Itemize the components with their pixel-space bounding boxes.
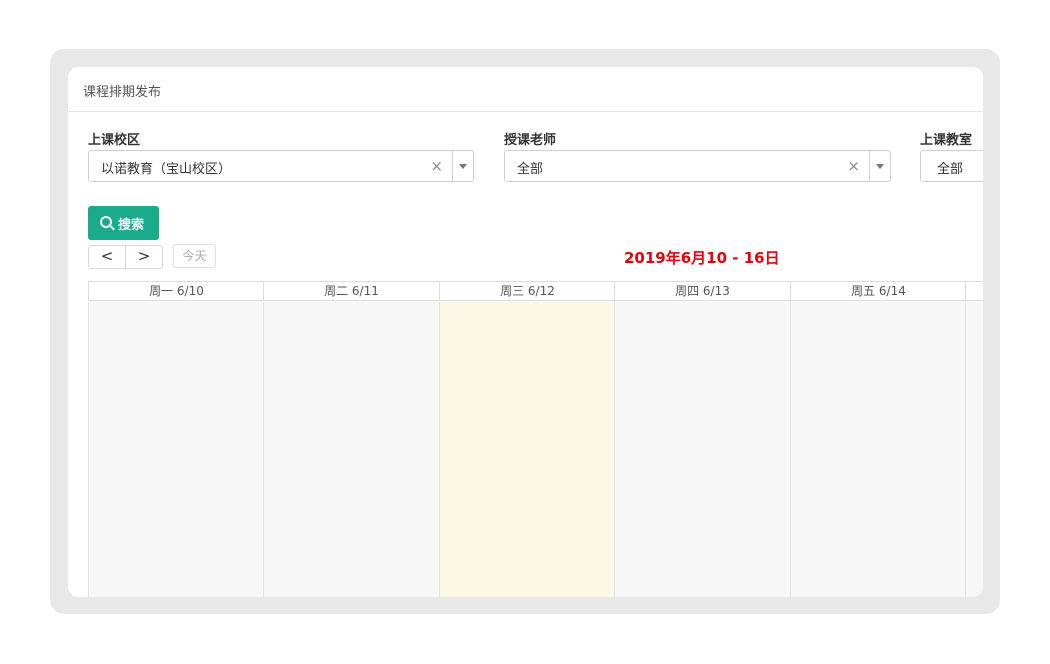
- classroom-label: 上课教室: [920, 133, 973, 148]
- teacher-label: 授课老师: [504, 133, 557, 148]
- today-button[interactable]: 今天: [173, 244, 216, 268]
- day-column-mon[interactable]: [88, 302, 264, 597]
- day-column-thu[interactable]: [614, 302, 790, 597]
- chevron-left-icon: <: [100, 247, 114, 265]
- caret-down-icon: [459, 164, 467, 169]
- week-calendar: 周一 6/10 周二 6/11 周三 6/12 周四 6/13 周五 6/14: [88, 281, 983, 597]
- classroom-select[interactable]: 全部: [920, 150, 983, 182]
- chevron-right-icon: >: [137, 247, 151, 265]
- panel-divider: [68, 111, 983, 112]
- day-column-wed[interactable]: [439, 302, 615, 597]
- day-header-fri: 周五 6/14: [790, 282, 966, 301]
- calendar-nav-group: < >: [88, 245, 163, 269]
- classroom-select-value: 全部: [937, 162, 964, 177]
- day-column-tue[interactable]: [263, 302, 439, 597]
- day-header-mon: 周一 6/10: [88, 282, 264, 301]
- day-header-wed: 周三 6/12: [439, 282, 615, 301]
- date-range-title: 2019年6月10 - 16日: [624, 249, 780, 267]
- campus-select-value: 以诺教育（宝山校区）: [101, 162, 232, 177]
- day-header-sat: [965, 282, 983, 301]
- day-header-thu: 周四 6/13: [614, 282, 790, 301]
- day-column-fri[interactable]: [790, 302, 966, 597]
- campus-dropdown-toggle[interactable]: [452, 151, 473, 181]
- search-icon: [100, 216, 112, 228]
- schedule-panel: 课程排期发布 上课校区 以诺教育（宝山校区） × 授课老师 全部 × 上课教室 …: [68, 67, 983, 597]
- teacher-dropdown-toggle[interactable]: [869, 151, 890, 181]
- day-header-tue: 周二 6/11: [263, 282, 439, 301]
- teacher-select[interactable]: 全部 ×: [504, 150, 891, 182]
- panel-title: 课程排期发布: [83, 85, 162, 100]
- next-week-button[interactable]: >: [126, 246, 162, 268]
- teacher-clear-icon[interactable]: ×: [847, 157, 860, 175]
- campus-select[interactable]: 以诺教育（宝山校区） ×: [88, 150, 474, 182]
- prev-week-button[interactable]: <: [89, 246, 126, 268]
- campus-clear-icon[interactable]: ×: [430, 157, 443, 175]
- day-column-sat[interactable]: [965, 302, 983, 597]
- campus-label: 上课校区: [88, 133, 141, 148]
- search-button[interactable]: 搜索: [88, 206, 159, 240]
- teacher-select-value: 全部: [517, 162, 544, 177]
- caret-down-icon: [876, 164, 884, 169]
- search-button-label: 搜索: [118, 218, 145, 233]
- window-frame: 课程排期发布 上课校区 以诺教育（宝山校区） × 授课老师 全部 × 上课教室 …: [50, 49, 1000, 614]
